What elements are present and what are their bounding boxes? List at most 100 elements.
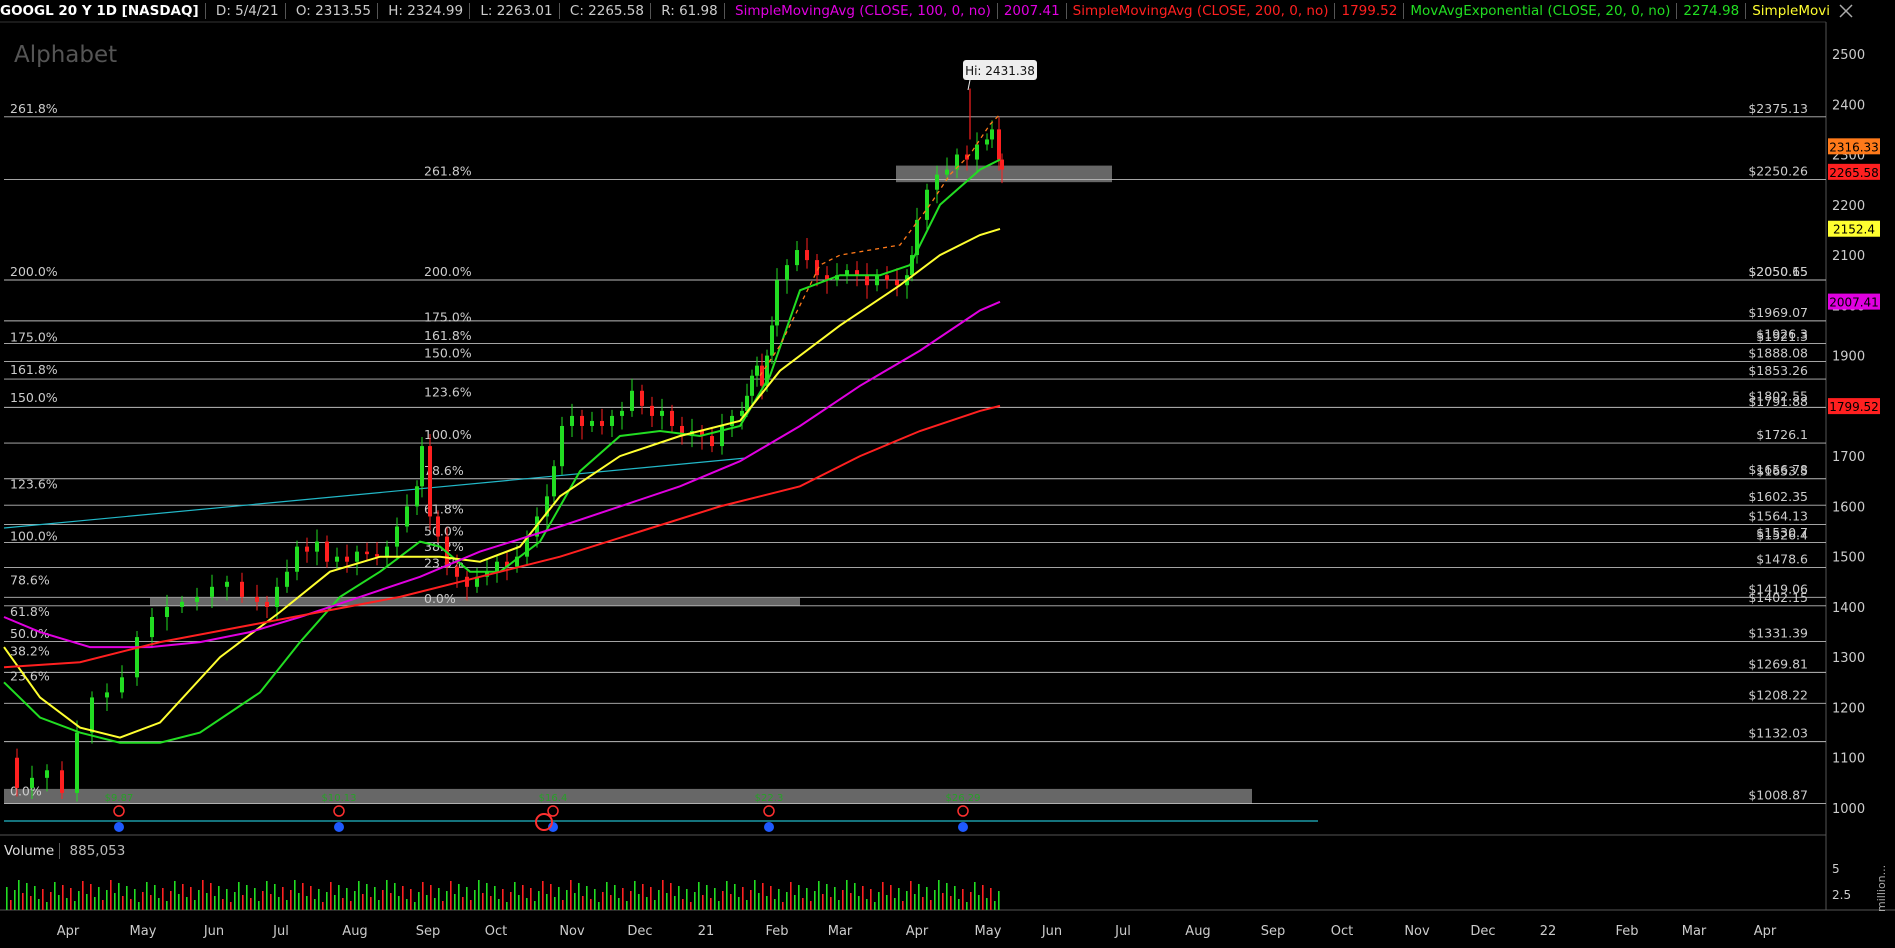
candle-body — [345, 556, 349, 562]
candle-body — [990, 129, 994, 140]
volume-bar — [950, 896, 952, 910]
high-readout: H: 2324.99 — [388, 3, 464, 19]
fib-percent-label: 23.6% — [10, 668, 50, 683]
volume-bar — [26, 883, 28, 910]
volume-axis-tick: 5 — [1832, 862, 1840, 876]
volume-bar — [650, 887, 652, 910]
earnings-marker — [113, 805, 125, 817]
volume-bar — [790, 882, 792, 910]
volume-bar — [586, 886, 588, 910]
price-badge-label: 2265.58 — [1829, 166, 1879, 180]
volume-bar — [846, 880, 848, 910]
time-axis-label: Mar — [1682, 924, 1707, 939]
fib-price-label: $1791.88 — [1748, 394, 1808, 409]
dividend-marker — [334, 822, 344, 832]
price-badge-label: 1799.52 — [1829, 400, 1879, 414]
volume-bar — [102, 900, 104, 910]
study-value: 2007.41 — [1003, 3, 1060, 19]
candle-body — [265, 601, 269, 607]
study-value: 1799.52 — [1341, 3, 1398, 19]
volume-bar — [126, 886, 128, 910]
volume-bar — [746, 900, 748, 910]
candle-body — [775, 280, 779, 326]
fib-percent-label: 161.8% — [424, 328, 472, 343]
candle-body — [90, 697, 94, 733]
volume-bar — [902, 901, 904, 910]
volume-bar — [702, 895, 704, 910]
candle-body — [165, 606, 169, 617]
symbol-label[interactable]: GOOGL 20 Y 1D [NASDAQ] — [0, 3, 199, 19]
volume-bar — [50, 892, 52, 910]
fib-percent-label: 200.0% — [424, 264, 472, 279]
volume-bar — [38, 899, 40, 910]
volume-bar — [642, 884, 644, 910]
study-name[interactable]: SimpleMovingAvg (CLOSE, 50, 0, no) — [1752, 3, 1830, 19]
fib-price-label: $1653.5 — [1756, 464, 1808, 479]
candle-body — [865, 275, 869, 286]
volume-bar — [434, 898, 436, 910]
volume-bar — [62, 885, 64, 910]
close-readout: C: 2265.58 — [569, 3, 644, 19]
candle-body — [255, 596, 259, 602]
event-marker — [535, 813, 553, 831]
fib-price-label: $1208.22 — [1748, 687, 1808, 702]
volume-bar — [42, 889, 44, 910]
time-axis-label: Oct — [485, 924, 507, 939]
volume-bar — [378, 900, 380, 910]
candle-body — [105, 692, 109, 698]
fib-price-label: $1008.87 — [1748, 788, 1808, 803]
volume-bar — [314, 899, 316, 910]
fib-percent-label: 100.0% — [424, 427, 472, 442]
volume-bar — [938, 880, 940, 910]
volume-bar — [766, 896, 768, 910]
study-name[interactable]: SimpleMovingAvg (CLOSE, 100, 0, no) — [735, 3, 991, 19]
study-name[interactable]: MovAvgExponential (CLOSE, 20, 0, no) — [1410, 3, 1670, 19]
candle-body — [436, 516, 440, 537]
study-name[interactable]: SimpleMovingAvg (CLOSE, 200, 0, no) — [1073, 3, 1329, 19]
fib-percent-label: 261.8% — [424, 164, 472, 179]
volume-bar — [598, 902, 600, 910]
open-readout: O: 2313.55 — [295, 3, 371, 19]
candle-body — [365, 551, 369, 555]
candle-body — [225, 581, 229, 587]
volume-bar — [590, 899, 592, 910]
fib-percent-label: 175.0% — [10, 330, 58, 345]
volume-bar — [338, 885, 340, 910]
volume-bar — [462, 897, 464, 910]
volume-bar — [562, 900, 564, 910]
volume-bar — [858, 896, 860, 910]
candle-body — [560, 425, 564, 467]
volume-bar — [258, 901, 260, 910]
candle-body — [785, 265, 789, 281]
volume-bar — [406, 899, 408, 910]
candle-body — [180, 601, 184, 607]
candle-body — [285, 571, 289, 587]
volume-bar — [526, 898, 528, 910]
volume-bar — [914, 894, 916, 910]
time-axis-label: May — [975, 924, 1002, 939]
time-axis-label: Dec — [1470, 924, 1495, 939]
volume-bar — [550, 884, 552, 910]
volume-bar — [926, 887, 928, 910]
volume-bar — [626, 901, 628, 910]
volume-bar — [410, 889, 412, 910]
volume-bar — [646, 897, 648, 910]
chart-canvas[interactable]: Alphabet$2375.13$2250.26$2050.65$2050.15… — [0, 0, 1895, 948]
volume-bar — [458, 884, 460, 910]
close-icon[interactable] — [1837, 2, 1855, 20]
volume-bar — [530, 888, 532, 910]
ema-dashed-line — [759, 113, 1001, 377]
volume-title: Volume — [4, 843, 55, 859]
price-badge-label: 2316.33 — [1829, 140, 1879, 154]
volume-bar — [666, 893, 668, 910]
volume-bar — [506, 902, 508, 910]
candle-body — [465, 576, 469, 587]
price-axis-tick: 1100 — [1832, 752, 1865, 767]
volume-bar — [346, 888, 348, 910]
fib-price-label: $1526.4 — [1756, 527, 1808, 542]
volume-bar — [450, 881, 452, 910]
volume-bar — [222, 899, 224, 910]
candle-body — [135, 637, 139, 678]
volume-bar — [482, 893, 484, 910]
volume-bar — [726, 881, 728, 910]
